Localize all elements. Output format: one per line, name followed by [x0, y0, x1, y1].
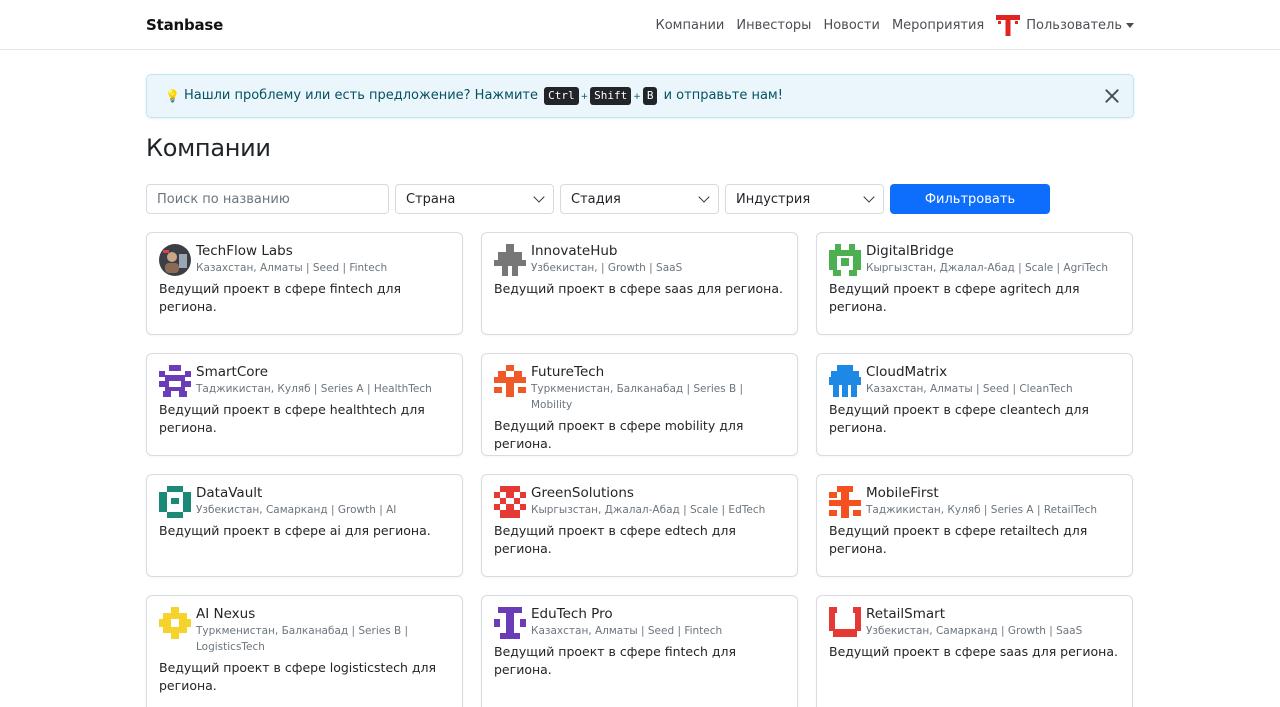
brand-logo[interactable]: Stanbase	[146, 16, 223, 34]
company-name[interactable]: DigitalBridge	[866, 243, 1120, 260]
chevron-down-icon	[698, 191, 710, 203]
vault-identicon-icon	[159, 486, 191, 518]
future-identicon-icon	[494, 365, 526, 397]
filter-button[interactable]: Фильтровать	[890, 184, 1050, 214]
cloud-identicon-icon	[829, 365, 861, 397]
company-card[interactable]: AI Nexus Туркменистан, Балканабад | Seri…	[146, 595, 463, 707]
company-description: Ведущий проект в сфере edtech для регион…	[494, 523, 736, 556]
company-name[interactable]: FutureTech	[531, 364, 785, 381]
alert-text: Нашли проблему или есть предложение? Наж…	[184, 87, 783, 105]
company-name[interactable]: DataVault	[196, 485, 450, 502]
company-description: Ведущий проект в сфере mobility для реги…	[494, 418, 744, 451]
chevron-down-icon	[863, 191, 875, 203]
search-input[interactable]: Поиск по названию	[146, 184, 389, 214]
company-description: Ведущий проект в сфере cleantech для рег…	[829, 402, 1089, 435]
user-name: Пользователь	[1026, 17, 1122, 33]
company-meta: Казахстан, Алматы | Seed | CleanTech	[866, 383, 1073, 395]
company-description: Ведущий проект в сфере retailtech для ре…	[829, 523, 1088, 556]
company-card[interactable]: DigitalBridge Кыргызстан, Джалал-Абад | …	[816, 232, 1133, 335]
user-avatar-icon	[996, 15, 1021, 36]
company-description: Ведущий проект в сфере saas для региона.	[829, 644, 1118, 659]
main-container: 💡 Нашли проблему или есть предложение? Н…	[146, 74, 1134, 707]
stage-select[interactable]: Стадия	[560, 184, 719, 214]
company-meta: Таджикистан, Куляб | Series A | HealthTe…	[196, 383, 432, 395]
company-card[interactable]: CloudMatrix Казахстан, Алматы | Seed | C…	[816, 353, 1133, 456]
company-meta: Узбекистан, Самарканд | Growth | AI	[196, 504, 397, 516]
checker-identicon-icon	[494, 486, 526, 518]
company-meta: Казахстан, Алматы | Seed | Fintech	[531, 625, 723, 637]
page-title: Компании	[146, 134, 271, 162]
company-name[interactable]: RetailSmart	[866, 606, 1120, 623]
filter-bar: Поиск по названию Страна Стадия Индустри…	[146, 184, 1134, 214]
kbd-shift: Shift	[590, 87, 632, 105]
totem-identicon-icon	[494, 607, 526, 639]
company-name[interactable]: InnovateHub	[531, 243, 785, 260]
chevron-down-icon	[533, 191, 545, 203]
company-card[interactable]: EduTech Pro Казахстан, Алматы | Seed | F…	[481, 595, 798, 707]
company-name[interactable]: GreenSolutions	[531, 485, 785, 502]
company-description: Ведущий проект в сфере ai для региона.	[159, 523, 431, 538]
company-name[interactable]: AI Nexus	[196, 606, 450, 623]
company-meta: Кыргызстан, Джалал-Абад | Scale | EdTech	[531, 504, 766, 516]
plus-identicon-icon	[829, 486, 861, 518]
kbd-separator: +	[633, 92, 641, 102]
company-name[interactable]: CloudMatrix	[866, 364, 1120, 381]
company-name[interactable]: MobileFirst	[866, 485, 1120, 502]
company-card[interactable]: InnovateHub Узбекистан, | Growth | SaaS …	[481, 232, 798, 335]
company-card[interactable]: MobileFirst Таджикистан, Куляб | Series …	[816, 474, 1133, 577]
alert-text-after: и отправьте нам!	[663, 88, 783, 103]
company-card[interactable]: RetailSmart Узбекистан, Самарканд | Grow…	[816, 595, 1133, 707]
company-description: Ведущий проект в сфере saas для региона.	[494, 281, 783, 296]
company-description: Ведущий проект в сфере agritech для реги…	[829, 281, 1080, 314]
bridge-identicon-icon	[829, 244, 861, 276]
chevron-down-icon	[1126, 22, 1134, 28]
nexus-identicon-icon	[159, 607, 191, 639]
company-description: Ведущий проект в сфере fintech для регио…	[494, 644, 737, 677]
company-name[interactable]: TechFlow Labs	[196, 243, 450, 260]
lightbulb-icon: 💡	[165, 89, 180, 103]
company-description: Ведущий проект в сфере logisticstech для…	[159, 660, 437, 693]
cup-identicon-icon	[829, 607, 861, 637]
country-select[interactable]: Страна	[395, 184, 554, 214]
company-grid: TechFlow Labs Казахстан, Алматы | Seed |…	[146, 232, 1134, 707]
industry-select-label: Индустрия	[736, 191, 811, 207]
company-card[interactable]: SmartCore Таджикистан, Куляб | Series A …	[146, 353, 463, 456]
country-select-label: Страна	[406, 191, 456, 207]
cross-identicon-icon	[494, 244, 526, 276]
company-meta: Туркменистан, Балканабад | Series B | Lo…	[196, 625, 409, 653]
company-meta: Узбекистан, Самарканд | Growth | SaaS	[866, 625, 1083, 637]
company-description: Ведущий проект в сфере healthtech для ре…	[159, 402, 425, 435]
company-card[interactable]: GreenSolutions Кыргызстан, Джалал-Абад |…	[481, 474, 798, 577]
alert-text-before: Нашли проблему или есть предложение? Наж…	[183, 88, 538, 103]
company-description: Ведущий проект в сфере fintech для регио…	[159, 281, 402, 314]
company-meta: Туркменистан, Балканабад | Series B | Mo…	[531, 383, 744, 411]
nav-link-events[interactable]: Мероприятия	[892, 18, 984, 33]
company-card[interactable]: DataVault Узбекистан, Самарканд | Growth…	[146, 474, 463, 577]
feedback-alert: 💡 Нашли проблему или есть предложение? Н…	[146, 74, 1134, 118]
nav-link-news[interactable]: Новости	[823, 18, 880, 33]
stage-select-label: Стадия	[571, 191, 621, 207]
kbd-ctrl: Ctrl	[544, 87, 579, 105]
company-meta: Таджикистан, Куляб | Series A | RetailTe…	[866, 504, 1098, 516]
company-name[interactable]: SmartCore	[196, 364, 450, 381]
company-card[interactable]: FutureTech Туркменистан, Балканабад | Se…	[481, 353, 798, 456]
company-avatar-icon	[159, 244, 191, 276]
kbd-separator: +	[580, 92, 589, 102]
company-meta: Кыргызстан, Джалал-Абад | Scale | AgriTe…	[866, 262, 1109, 274]
user-menu[interactable]: Пользователь	[996, 13, 1134, 37]
company-card[interactable]: TechFlow Labs Казахстан, Алматы | Seed |…	[146, 232, 463, 335]
nav-link-companies[interactable]: Компании	[656, 18, 725, 33]
nav-link-investors[interactable]: Инвесторы	[736, 18, 811, 33]
company-meta: Казахстан, Алматы | Seed | Fintech	[196, 262, 388, 274]
core-identicon-icon	[159, 365, 191, 397]
industry-select[interactable]: Индустрия	[725, 184, 884, 214]
company-meta: Узбекистан, | Growth | SaaS	[531, 262, 683, 274]
kbd-b: B	[642, 87, 658, 105]
nav-links: Компании Инвесторы Новости Мероприятия П…	[644, 0, 1134, 50]
company-name[interactable]: EduTech Pro	[531, 606, 785, 623]
top-navbar: Stanbase Компании Инвесторы Новости Меро…	[0, 0, 1280, 50]
close-icon[interactable]	[1103, 87, 1121, 105]
